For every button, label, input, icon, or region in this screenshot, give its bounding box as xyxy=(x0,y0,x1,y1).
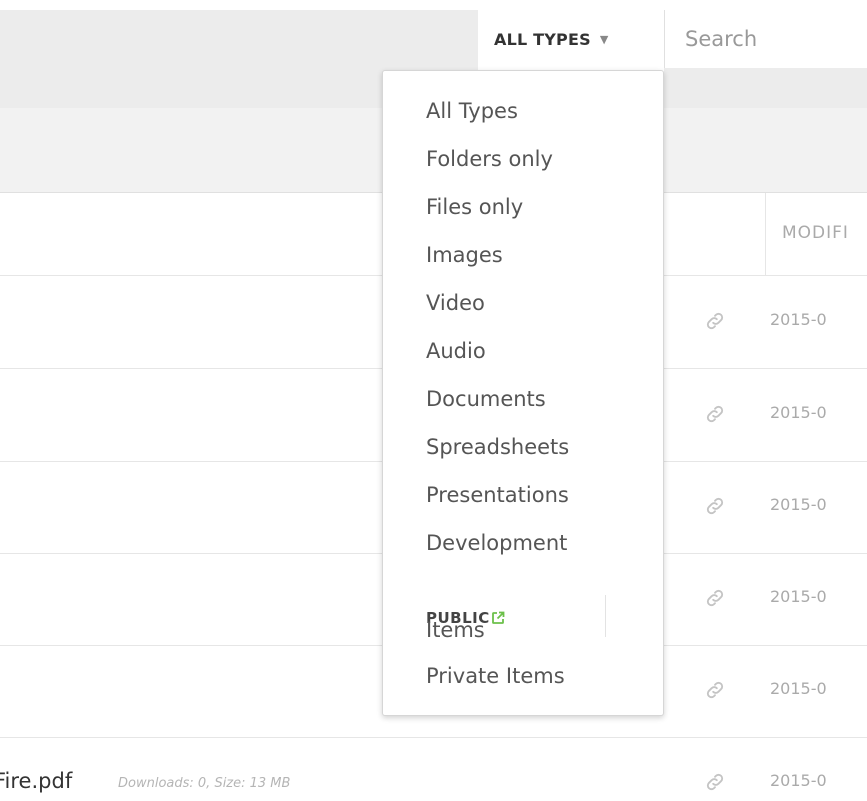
menu-item-documents[interactable]: Documents xyxy=(426,385,546,413)
column-divider xyxy=(765,193,766,275)
link-icon[interactable] xyxy=(704,403,726,425)
menu-item-presentations[interactable]: Presentations xyxy=(426,481,569,509)
menu-item-audio[interactable]: Audio xyxy=(426,337,486,365)
file-manager: ALL TYPES ▼ MODIFI 2015-0 2015-0 2015-0 … xyxy=(0,0,867,801)
caret-down-icon: ▼ xyxy=(599,32,609,46)
link-icon[interactable] xyxy=(704,587,726,609)
table-row[interactable]: Fire.pdf Downloads: 0, Size: 13 MB 2015-… xyxy=(0,737,867,801)
menu-item-development[interactable]: Development xyxy=(426,529,567,557)
row-date: 2015-0 xyxy=(770,403,827,422)
row-date: 2015-0 xyxy=(770,495,827,514)
type-filter-label: ALL TYPES xyxy=(494,29,591,49)
menu-item-files-only[interactable]: Files only xyxy=(426,193,523,221)
menu-item-images[interactable]: Images xyxy=(426,241,503,269)
row-date: 2015-0 xyxy=(770,587,827,606)
file-name-link[interactable]: Fire.pdf xyxy=(0,769,72,793)
menu-divider xyxy=(605,595,606,637)
type-filter-button[interactable]: ALL TYPES ▼ xyxy=(478,10,664,68)
menu-item-private-items[interactable]: Private Items xyxy=(426,662,565,690)
menu-item-all-types[interactable]: All Types xyxy=(426,97,518,125)
link-icon[interactable] xyxy=(704,679,726,701)
search-input[interactable] xyxy=(665,10,867,68)
file-meta: Downloads: 0, Size: 13 MB xyxy=(118,776,291,791)
row-date: 2015-0 xyxy=(770,771,827,790)
toolbar-band xyxy=(664,68,867,108)
row-date: 2015-0 xyxy=(770,310,827,329)
modified-column-header[interactable]: MODIFI xyxy=(782,223,849,243)
type-filter-menu: All Types Folders only Files only Images… xyxy=(382,70,664,716)
external-link-icon xyxy=(491,611,505,624)
link-icon[interactable] xyxy=(704,310,726,332)
menu-item-public-items[interactable]: Items xyxy=(426,616,485,644)
menu-item-spreadsheets[interactable]: Spreadsheets xyxy=(426,433,569,461)
row-date: 2015-0 xyxy=(770,679,827,698)
link-icon[interactable] xyxy=(704,771,726,793)
menu-item-video[interactable]: Video xyxy=(426,289,485,317)
menu-item-folders-only[interactable]: Folders only xyxy=(426,145,553,173)
link-icon[interactable] xyxy=(704,495,726,517)
